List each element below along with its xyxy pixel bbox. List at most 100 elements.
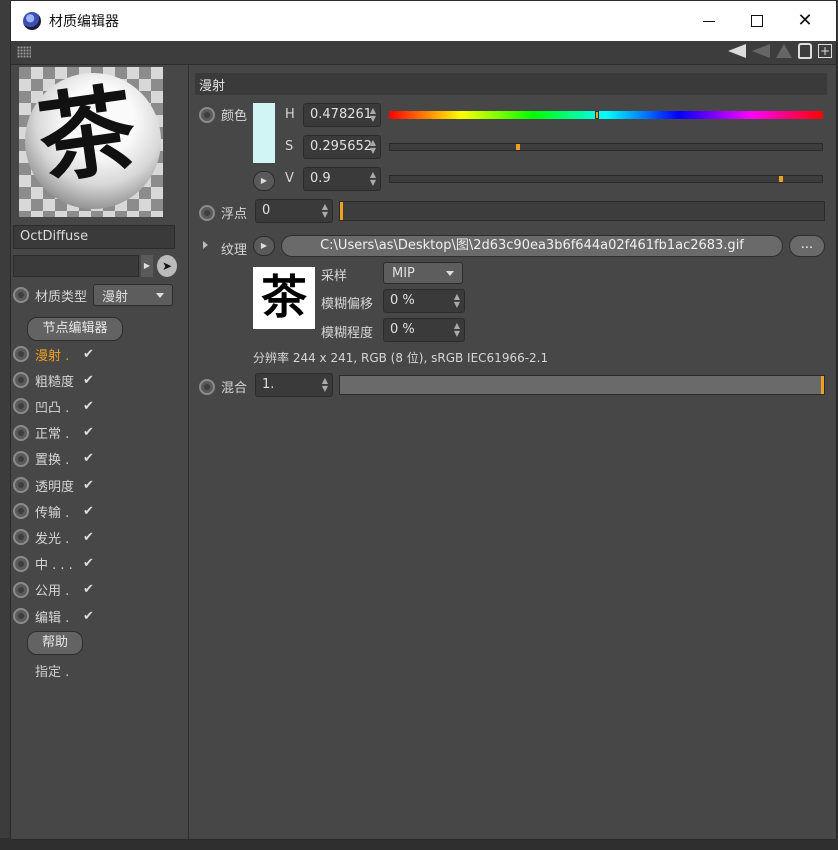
channel-row[interactable]: 凹凸 . ✔	[13, 395, 113, 417]
expand-arrow-icon[interactable]: ▶	[141, 255, 153, 277]
float-slider-handle[interactable]	[340, 202, 343, 220]
channel-row[interactable]: 透明度 ✔	[13, 474, 113, 496]
channel-radio[interactable]	[13, 581, 29, 598]
channel-enabled-checkbox[interactable]: ✔	[83, 373, 94, 388]
color-options-button[interactable]: ▶	[253, 171, 275, 191]
channel-row[interactable]: 粗糙度 ✔	[13, 369, 113, 391]
channel-label[interactable]: 置换 .	[35, 449, 81, 468]
spinner-icon[interactable]: ▲ ▼	[322, 203, 328, 219]
material-name-field[interactable]: OctDiffuse	[13, 225, 175, 249]
channel-row[interactable]: 漫射 . ✔	[13, 343, 113, 365]
hue-slider[interactable]	[389, 111, 823, 119]
maximize-button[interactable]	[734, 1, 780, 41]
channel-label[interactable]: 传输 .	[35, 502, 81, 521]
channel-enabled-checkbox[interactable]: ✔	[83, 582, 94, 597]
back-arrow-icon[interactable]	[728, 44, 746, 58]
close-button[interactable]: ✕	[782, 1, 828, 41]
texture-expand-icon[interactable]	[203, 241, 208, 249]
float-slider[interactable]	[339, 201, 825, 221]
sampling-dropdown[interactable]: MIP	[383, 262, 463, 284]
channel-enabled-checkbox[interactable]: ✔	[83, 478, 94, 493]
float-value: 0	[262, 203, 271, 218]
mix-slider-handle[interactable]	[821, 376, 824, 394]
channel-row[interactable]: 正常 . ✔	[13, 422, 113, 444]
value-slider[interactable]	[389, 175, 823, 183]
h-field[interactable]: 0.478261 ▲ ▼	[303, 103, 381, 127]
grip-icon[interactable]	[17, 46, 31, 58]
channel-radio[interactable]	[13, 346, 29, 362]
new-window-icon[interactable]: +	[818, 44, 832, 58]
channel-enabled-checkbox[interactable]: ✔	[83, 530, 94, 545]
material-type-dropdown[interactable]: 漫射	[93, 284, 174, 306]
mix-animate-radio[interactable]	[199, 378, 215, 395]
value-slider-handle[interactable]	[778, 176, 783, 182]
channel-row[interactable]: 公用 . ✔	[13, 579, 113, 601]
channel-radio[interactable]	[13, 424, 29, 441]
channel-radio[interactable]	[13, 608, 29, 624]
texture-path-button[interactable]: C:\Users\as\Desktop\图\2d63c90ea3b6f644a0…	[281, 235, 783, 257]
mix-slider[interactable]	[339, 375, 825, 395]
float-animate-radio[interactable]	[199, 204, 215, 221]
mix-field[interactable]: 1. ▲ ▼	[255, 373, 333, 397]
spinner-icon[interactable]: ▲ ▼	[322, 377, 328, 393]
spinner-icon[interactable]: ▲ ▼	[370, 139, 376, 155]
channel-radio[interactable]	[13, 450, 29, 467]
hue-slider-handle[interactable]	[594, 111, 599, 119]
channel-radio[interactable]	[13, 555, 29, 572]
color-swatch[interactable]	[253, 103, 275, 163]
channel-label[interactable]: 公用 .	[35, 580, 81, 599]
spinner-icon[interactable]: ▲ ▼	[370, 171, 376, 187]
channel-label[interactable]: 编辑 .	[35, 607, 81, 626]
spinner-icon[interactable]: ▲ ▼	[454, 322, 460, 338]
picker-arrow-icon[interactable]: ➤	[157, 255, 177, 277]
channel-enabled-checkbox[interactable]: ✔	[83, 399, 94, 414]
minimize-button[interactable]	[686, 1, 732, 41]
channel-radio[interactable]	[13, 529, 29, 546]
spinner-icon[interactable]: ▲ ▼	[370, 107, 376, 123]
channel-label[interactable]: 透明度	[35, 476, 81, 495]
node-editor-button[interactable]: 节点编辑器	[27, 317, 123, 341]
v-field[interactable]: 0.9 ▲ ▼	[303, 167, 381, 191]
channel-row[interactable]: 中 . . . ✔	[13, 553, 113, 575]
s-field[interactable]: 0.295652 ▲ ▼	[303, 135, 381, 159]
material-search-field[interactable]	[13, 255, 139, 277]
channel-row[interactable]: 传输 . ✔	[13, 500, 113, 522]
window-title: 材质编辑器	[49, 14, 119, 30]
channel-enabled-checkbox[interactable]: ✔	[83, 504, 94, 519]
saturation-slider[interactable]	[389, 143, 823, 151]
channel-label[interactable]: 正常 .	[35, 423, 81, 442]
assign-label[interactable]: 指定 .	[35, 661, 69, 680]
saturation-slider-handle[interactable]	[516, 144, 521, 150]
channel-row[interactable]: 发光 . ✔	[13, 526, 113, 548]
material-preview[interactable]: 茶	[19, 67, 163, 217]
texture-thumbnail[interactable]: 茶	[253, 267, 315, 329]
browse-button[interactable]: ...	[789, 235, 825, 257]
channel-row[interactable]: 置换 . ✔	[13, 448, 113, 470]
channel-radio[interactable]	[13, 372, 29, 389]
channel-enabled-checkbox[interactable]: ✔	[83, 425, 94, 440]
float-field[interactable]: 0 ▲ ▼	[255, 199, 333, 223]
channel-enabled-checkbox[interactable]: ✔	[83, 347, 94, 362]
material-type-radio[interactable]	[13, 287, 29, 303]
channel-enabled-checkbox[interactable]: ✔	[83, 451, 94, 466]
channel-row[interactable]: 编辑 . ✔	[13, 605, 113, 627]
channel-label[interactable]: 中 . . .	[35, 554, 81, 573]
channel-label[interactable]: 凹凸 .	[35, 397, 81, 416]
blur-offset-field[interactable]: 0 % ▲ ▼	[383, 289, 465, 313]
spinner-icon[interactable]: ▲ ▼	[454, 293, 460, 309]
channel-enabled-checkbox[interactable]: ✔	[83, 556, 94, 571]
channel-radio[interactable]	[13, 503, 29, 520]
lock-icon[interactable]	[798, 43, 812, 59]
help-button[interactable]: 帮助	[27, 631, 83, 655]
channel-enabled-checkbox[interactable]: ✔	[83, 609, 94, 624]
channel-label[interactable]: 漫射 .	[35, 345, 81, 364]
channel-radio[interactable]	[13, 477, 29, 493]
channel-label[interactable]: 粗糙度	[35, 371, 81, 390]
channel-radio[interactable]	[13, 398, 29, 415]
blur-amount-field[interactable]: 0 % ▲ ▼	[383, 318, 465, 342]
up-arrow-icon[interactable]	[776, 44, 792, 58]
texture-options-button[interactable]: ▶	[253, 236, 275, 256]
channel-label[interactable]: 发光 .	[35, 528, 81, 547]
color-animate-radio[interactable]	[199, 106, 215, 123]
forward-arrow-icon[interactable]	[752, 44, 770, 58]
